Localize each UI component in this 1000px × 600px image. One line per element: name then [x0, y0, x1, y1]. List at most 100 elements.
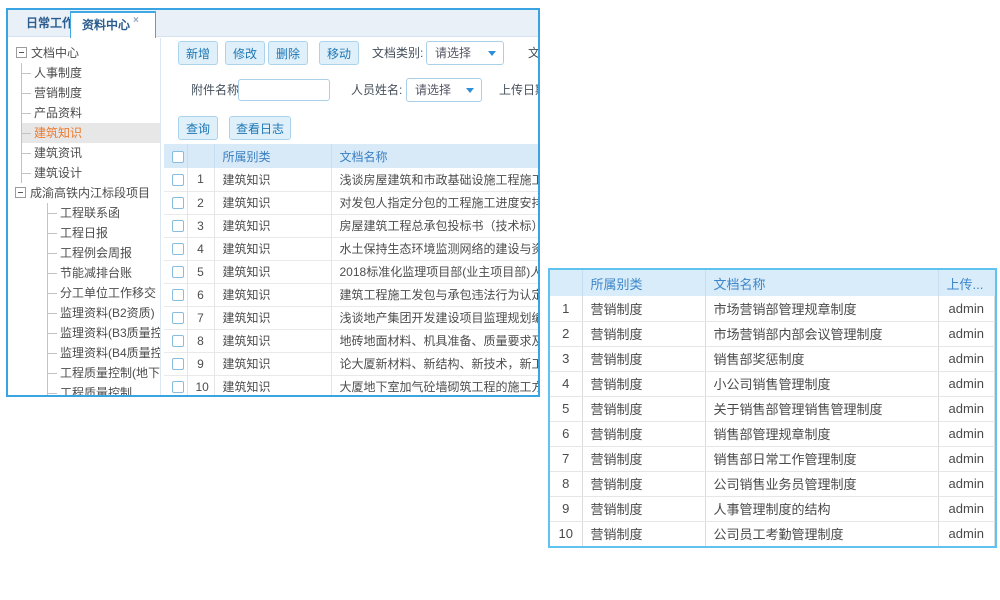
tree-node[interactable]: 监理资料(B3质量控制) — [48, 323, 160, 343]
document-row[interactable]: 7 营销制度 销售部日常工作管理制度 admin — [550, 446, 995, 471]
document-row[interactable]: 8 营销制度 公司销售业务员管理制度 admin — [550, 471, 995, 496]
row-checkbox[interactable] — [172, 197, 184, 209]
dropdown-arrow-icon — [466, 88, 474, 97]
document-row[interactable]: 9 建筑知识 论大厦新材料、新结构、新技术，新工... — [164, 352, 540, 375]
document-row[interactable]: 5 营销制度 关于销售部管理销售管理制度 admin — [550, 396, 995, 421]
row-uploader: admin — [938, 471, 995, 496]
tree-node[interactable]: 建筑设计 — [22, 163, 160, 183]
delete-button[interactable]: 删除 — [268, 41, 308, 65]
row-index: 5 — [187, 260, 214, 283]
attachment-name-label: 附件名称: — [191, 78, 242, 102]
tree-node-label: 工程日报 — [60, 226, 108, 240]
tree-node[interactable]: 建筑知识 — [22, 123, 160, 143]
tree-node[interactable]: 工程质量控制 — [48, 383, 160, 395]
document-row[interactable]: 2 建筑知识 对发包人指定分包的工程施工进度安排... — [164, 191, 540, 214]
select-all-checkbox[interactable] — [172, 151, 184, 163]
tree-node-label: 节能减排台账 — [60, 266, 132, 280]
collapse-icon[interactable] — [16, 47, 27, 58]
doc-name-label: 文档名称: — [528, 41, 540, 65]
row-category: 建筑知识 — [214, 352, 331, 375]
row-checkbox[interactable] — [172, 358, 184, 370]
row-checkbox[interactable] — [172, 289, 184, 301]
tab-data-center[interactable]: 资料中心× — [70, 11, 156, 38]
document-row[interactable]: 4 营销制度 小公司销售管理制度 admin — [550, 371, 995, 396]
document-row[interactable]: 8 建筑知识 地砖地面材料、机具准备、质量要求及... — [164, 329, 540, 352]
row-index: 3 — [550, 346, 582, 371]
tree-node[interactable]: 工程例会周报 — [48, 243, 160, 263]
row-document-name: 房屋建筑工程总承包投标书（技术标）... — [331, 214, 540, 237]
document-row[interactable]: 9 营销制度 人事管理制度的结构 admin — [550, 496, 995, 521]
row-document-name: 人事管理制度的结构 — [705, 496, 938, 521]
document-row[interactable]: 6 营销制度 销售部管理规章制度 admin — [550, 421, 995, 446]
column-header-category: 所属别类 — [582, 270, 705, 296]
tree-node[interactable]: 营销制度 — [22, 83, 160, 103]
tree-node[interactable]: 分工单位工作移交 — [48, 283, 160, 303]
document-row[interactable]: 3 营销制度 销售部奖惩制度 admin — [550, 346, 995, 371]
attachment-name-input[interactable] — [238, 79, 330, 101]
document-tree: 文档中心 人事制度 营销制度 产品资料 建筑知识 建筑资讯 建筑设计 成渝高铁内… — [8, 38, 161, 395]
edit-button[interactable]: 修改 — [225, 41, 265, 65]
tree-node[interactable]: 节能减排台账 — [48, 263, 160, 283]
document-row[interactable]: 10 营销制度 公司员工考勤管理制度 admin — [550, 521, 995, 546]
document-row[interactable]: 7 建筑知识 浅谈地产集团开发建设项目监理规划编... — [164, 306, 540, 329]
row-category: 营销制度 — [582, 371, 705, 396]
tree-node-root[interactable]: 文档中心 — [8, 43, 160, 63]
tree-node[interactable]: 工程日报 — [48, 223, 160, 243]
row-index: 1 — [550, 296, 582, 321]
query-button[interactable]: 查询 — [178, 116, 218, 140]
row-category: 营销制度 — [582, 496, 705, 521]
tree-node[interactable]: 工程联系函 — [48, 203, 160, 223]
document-row[interactable]: 4 建筑知识 水土保持生态环境监测网络的建设与资... — [164, 237, 540, 260]
row-checkbox[interactable] — [172, 266, 184, 278]
row-document-name: 市场营销部内部会议管理制度 — [705, 321, 938, 346]
column-header-name: 文档名称 — [705, 270, 938, 296]
row-category: 营销制度 — [582, 346, 705, 371]
row-index: 4 — [187, 237, 214, 260]
add-button[interactable]: 新增 — [178, 41, 218, 65]
tree-node-label: 建筑资讯 — [34, 146, 82, 160]
tree-node[interactable]: 人事制度 — [22, 63, 160, 83]
row-uploader: admin — [938, 396, 995, 421]
row-uploader: admin — [938, 346, 995, 371]
tree-node[interactable]: 工程质量控制(地下室) — [48, 363, 160, 383]
row-checkbox[interactable] — [172, 220, 184, 232]
row-category: 建筑知识 — [214, 306, 331, 329]
tree-node-project[interactable]: 成渝高铁内江标段项目 — [15, 183, 160, 203]
doc-type-label: 文档类别: — [372, 41, 423, 65]
tree-node-label: 文档中心 — [31, 46, 79, 60]
document-row[interactable]: 1 营销制度 市场营销部管理规章制度 admin — [550, 296, 995, 321]
row-uploader: admin — [938, 296, 995, 321]
row-checkbox[interactable] — [172, 335, 184, 347]
document-center-window: 日常工作 资料中心× 文档中心 人事制度 营销制度 产品资料 建筑知识 — [6, 8, 540, 397]
row-category: 建筑知识 — [214, 260, 331, 283]
tree-node[interactable]: 建筑资讯 — [22, 143, 160, 163]
person-select[interactable]: 请选择 — [406, 78, 482, 102]
tree-node[interactable]: 产品资料 — [22, 103, 160, 123]
document-row[interactable]: 5 建筑知识 2018标准化监理项目部(业主项目部)人员... — [164, 260, 540, 283]
row-checkbox[interactable] — [172, 174, 184, 186]
document-row[interactable]: 6 建筑知识 建筑工程施工发包与承包违法行为认定... — [164, 283, 540, 306]
close-icon[interactable]: × — [133, 15, 139, 26]
row-checkbox[interactable] — [172, 381, 184, 393]
document-row[interactable]: 1 建筑知识 浅谈房屋建筑和市政基础设施工程施工... — [164, 168, 540, 191]
document-row[interactable]: 10 建筑知识 大厦地下室加气砼墙砌筑工程的施工方... — [164, 375, 540, 397]
row-index: 9 — [550, 496, 582, 521]
table-header-row: 所属别类 文档名称 — [164, 144, 540, 168]
view-log-button[interactable]: 查看日志 — [229, 116, 291, 140]
row-document-name: 小公司销售管理制度 — [705, 371, 938, 396]
doc-type-select[interactable]: 请选择 — [426, 41, 504, 65]
row-index: 1 — [187, 168, 214, 191]
tree-node[interactable]: 监理资料(B4质量控制) — [48, 343, 160, 363]
column-header-index — [187, 144, 214, 168]
document-row[interactable]: 3 建筑知识 房屋建筑工程总承包投标书（技术标）... — [164, 214, 540, 237]
row-document-name: 公司员工考勤管理制度 — [705, 521, 938, 546]
row-category: 建筑知识 — [214, 237, 331, 260]
row-checkbox[interactable] — [172, 312, 184, 324]
document-row[interactable]: 2 营销制度 市场营销部内部会议管理制度 admin — [550, 321, 995, 346]
tree-level-1: 人事制度 营销制度 产品资料 建筑知识 建筑资讯 建筑设计 — [21, 63, 160, 183]
tree-node[interactable]: 监理资料(B2资质) — [48, 303, 160, 323]
row-checkbox[interactable] — [172, 243, 184, 255]
move-button[interactable]: 移动 — [319, 41, 359, 65]
collapse-icon[interactable] — [15, 187, 26, 198]
tree-node-label: 工程质量控制 — [60, 386, 132, 395]
